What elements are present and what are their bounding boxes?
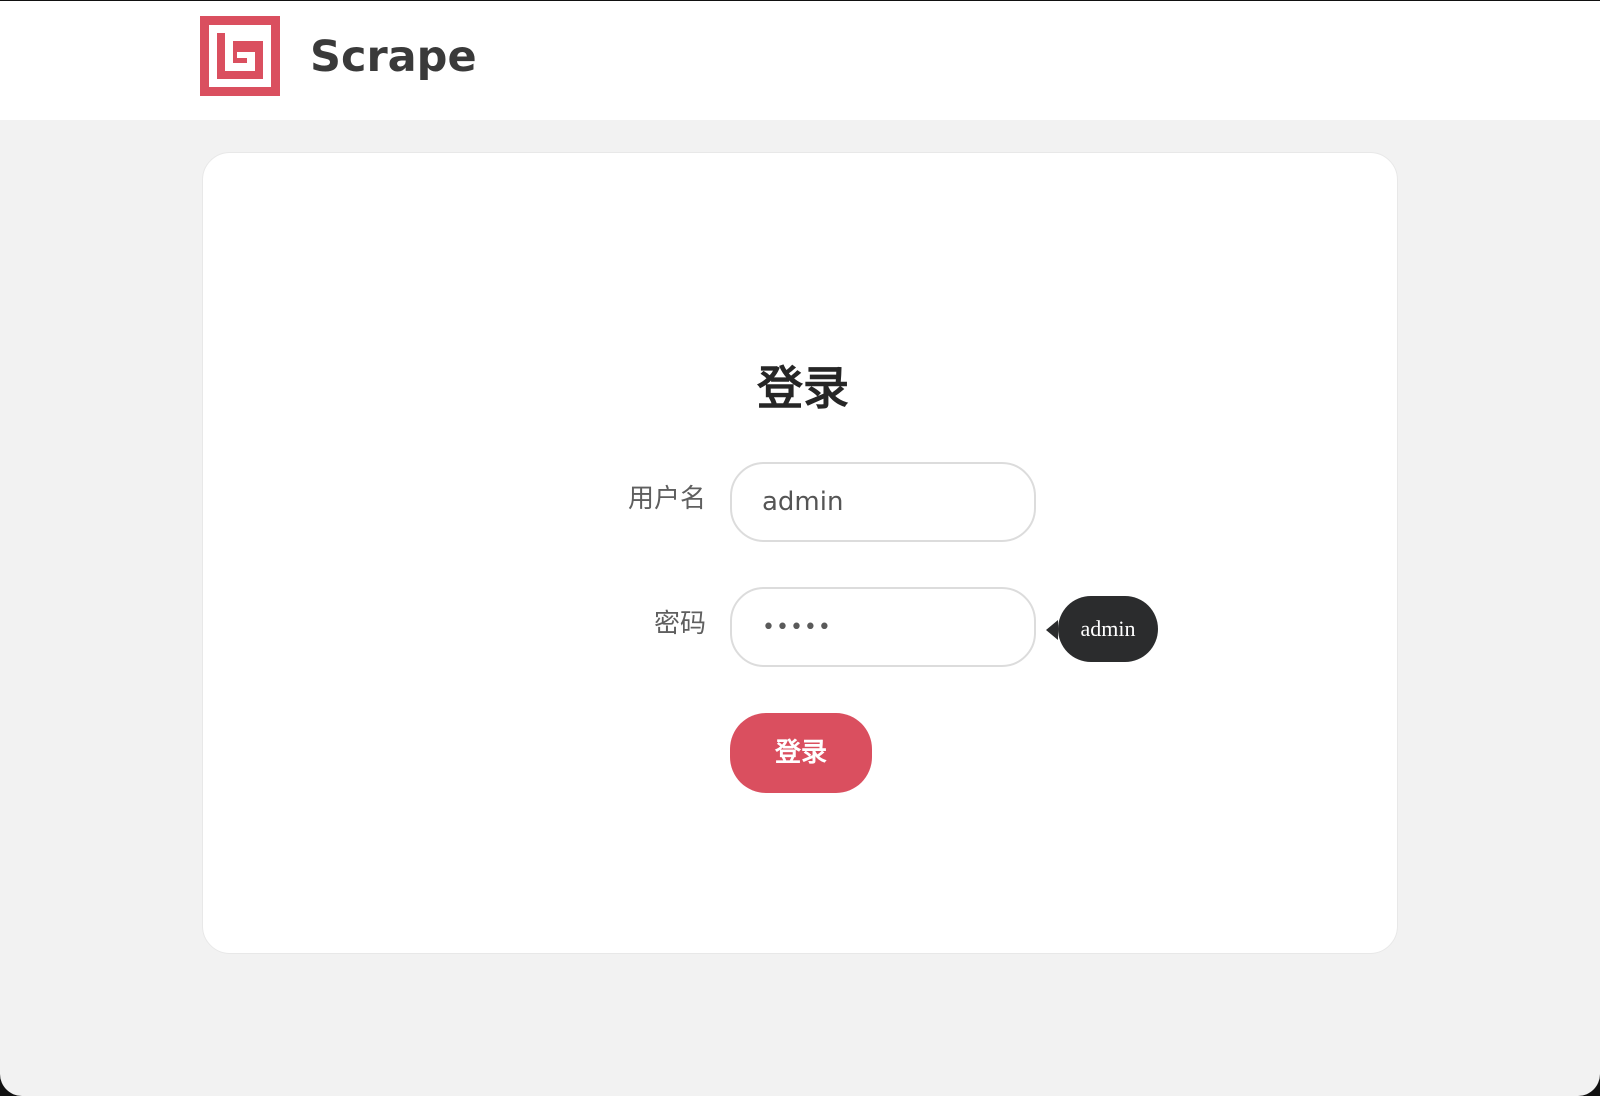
site-header: Scrape [0, 1, 1600, 120]
site-brand-name[interactable]: Scrape [310, 29, 477, 85]
tooltip-arrow [1046, 620, 1058, 640]
login-card: 登录 用户名 密码 admin 登录 [202, 152, 1398, 954]
username-label: 用户名 [627, 484, 706, 514]
login-button[interactable]: 登录 [730, 713, 872, 793]
scrape-logo-icon[interactable] [200, 16, 280, 96]
login-title: 登录 [757, 361, 849, 415]
password-input[interactable] [730, 587, 1036, 667]
username-input[interactable] [730, 462, 1036, 542]
tooltip-text: admin [1080, 616, 1136, 641]
password-hint-tooltip: admin [1046, 596, 1158, 662]
browser-viewport: Scrape 登录 用户名 密码 admin 登录 [0, 1, 1600, 1096]
password-label: 密码 [653, 609, 706, 639]
